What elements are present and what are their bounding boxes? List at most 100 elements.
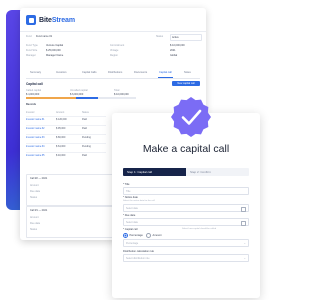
investor-link[interactable]: Investor name #1 <box>26 118 44 121</box>
verified-badge-icon <box>171 97 211 137</box>
investor-link[interactable]: Investor name #5 <box>26 154 44 157</box>
percentage-placeholder: Percentage <box>126 241 139 245</box>
info-label: Manager <box>26 54 36 57</box>
table-cell: Pending <box>82 136 91 139</box>
chevron-down-icon: ⌄ <box>243 256 246 260</box>
section-title: Capital call <box>26 82 43 86</box>
percentage-radio-label: Percentage <box>129 234 143 237</box>
progress-called-fill <box>26 97 76 99</box>
info-value: Venture Capital <box>46 44 64 47</box>
amount-radio[interactable]: Amount <box>146 233 161 238</box>
fund-label: Fund <box>26 35 32 38</box>
call-card[interactable]: Call #2 — 2021 Amount Due date Status <box>26 174 114 206</box>
distribution-rule-placeholder: Select distribution rule <box>126 256 150 260</box>
table-header: Investor <box>26 111 35 114</box>
due-date-label: * Due date <box>123 214 136 217</box>
tab-summary[interactable]: Summary <box>30 71 41 74</box>
due-date-placeholder: Select date <box>126 220 138 224</box>
table-cell: Paid <box>82 127 87 130</box>
chevron-down-icon: ⌄ <box>243 241 246 245</box>
table-cell: $ 120,000 <box>56 118 67 121</box>
calendar-icon <box>241 206 246 212</box>
records-title: Records <box>26 103 37 106</box>
investor-link[interactable]: Investor name #3 <box>26 136 44 139</box>
new-capital-call-button[interactable]: New capital call <box>172 81 200 86</box>
table-cell: $ 64,000 <box>56 145 66 148</box>
table-cell: $ 80,000 <box>56 136 66 139</box>
step-capital-call[interactable]: Step 1: Capital call <box>123 168 186 176</box>
table-cell: $ 95,000 <box>56 127 66 130</box>
call-card[interactable]: Call #1 — 2021 Amount Due date Status <box>26 206 114 238</box>
notice-date-input[interactable]: Select date <box>123 204 249 212</box>
table-cell: Pending <box>82 145 91 148</box>
table-row-divider <box>26 116 106 117</box>
notice-date-placeholder: Select date <box>126 206 138 210</box>
table-header: Status <box>82 111 89 114</box>
summary-label: Total <box>114 89 120 92</box>
table-header: Amount <box>56 111 65 114</box>
brand-logo[interactable]: BiteStream <box>26 15 75 25</box>
wizard-steps: Step 1: Capital call Step 2: Confirm <box>123 168 249 176</box>
fund-tabs: Summary Investors Capital Calls Distribu… <box>26 68 200 79</box>
status-select[interactable]: Active <box>170 34 202 41</box>
table-row-divider <box>26 125 106 126</box>
title-label: * Title <box>123 183 130 186</box>
status-label: Status <box>156 35 164 38</box>
summary-label: Uncalled capital <box>70 89 88 92</box>
investor-link[interactable]: Investor name #2 <box>26 127 44 130</box>
summary-value: $ 4,000,000 <box>26 93 40 96</box>
call-card-row: Due date <box>30 222 41 225</box>
notice-date-label: * Notice date <box>123 196 138 199</box>
call-card-row: Amount <box>30 216 39 219</box>
call-card-row: Due date <box>30 190 41 193</box>
capital-progress-bar <box>26 97 136 99</box>
percentage-input[interactable]: Percentage ⌄ <box>123 239 249 247</box>
capital-call-form-panel: Make a capital call Step 1: Capital call… <box>112 113 260 298</box>
title-input[interactable]: Title <box>123 187 249 195</box>
call-card-row: Status <box>30 196 38 199</box>
info-label: Vintage <box>110 49 119 52</box>
bitestream-logo-icon <box>26 15 36 25</box>
distribution-rule-select[interactable]: Select distribution rule ⌄ <box>123 254 249 262</box>
progress-pending-fill <box>75 97 98 99</box>
call-card-row: Amount <box>30 184 39 187</box>
header-divider <box>20 31 206 32</box>
table-cell: $ 40,000 <box>56 154 66 157</box>
call-card-title: Call #2 — 2021 <box>30 177 48 180</box>
tab-capital-calls[interactable]: Capital Calls <box>82 71 97 74</box>
info-value: Manager Name <box>46 54 64 57</box>
info-value: Global <box>170 54 178 57</box>
investor-link[interactable]: Investor name #4 <box>26 145 44 148</box>
summary-value: $ 10,000,000 <box>114 93 129 96</box>
table-cell: Paid <box>82 118 87 121</box>
summary-label: Called capital <box>26 89 42 92</box>
fund-value: Fund name #1 <box>36 35 53 38</box>
summary-value: $ 6,000,000 <box>70 93 84 96</box>
table-row-divider <box>26 152 106 153</box>
info-value: $ 10,000,000 <box>170 44 185 47</box>
notice-date-hint: Select the notice date for the call <box>123 200 155 202</box>
table-row-divider <box>26 134 106 135</box>
calendar-icon <box>241 220 246 226</box>
info-value: $ 25,000,000 <box>46 49 61 52</box>
tab-documents[interactable]: Documents <box>134 71 147 74</box>
capital-call-label: * Capital call <box>123 228 138 231</box>
step-confirm[interactable]: Step 2: Confirm <box>186 168 249 176</box>
info-label: Region <box>110 54 118 57</box>
distribution-rule-label: Distribution calculation rule <box>123 250 154 253</box>
tab-notes[interactable]: Notes <box>184 71 191 74</box>
info-label: Commitment <box>110 44 125 47</box>
amount-radio-label: Amount <box>152 234 162 237</box>
page-title: Make a capital call <box>142 143 230 155</box>
call-card-title: Call #1 — 2021 <box>30 209 48 212</box>
title-placeholder: Title <box>126 189 131 193</box>
call-card-row: Status <box>30 228 38 231</box>
due-date-input[interactable]: Select date <box>123 218 249 226</box>
info-value: 2021 <box>170 49 176 52</box>
percentage-radio[interactable]: Percentage <box>123 233 143 238</box>
tab-distributions[interactable]: Distributions <box>108 71 122 74</box>
tab-capital-call[interactable]: Capital call <box>158 71 173 78</box>
table-row-divider <box>26 143 106 144</box>
tab-investors[interactable]: Investors <box>56 71 67 74</box>
table-cell: Paid <box>82 154 87 157</box>
